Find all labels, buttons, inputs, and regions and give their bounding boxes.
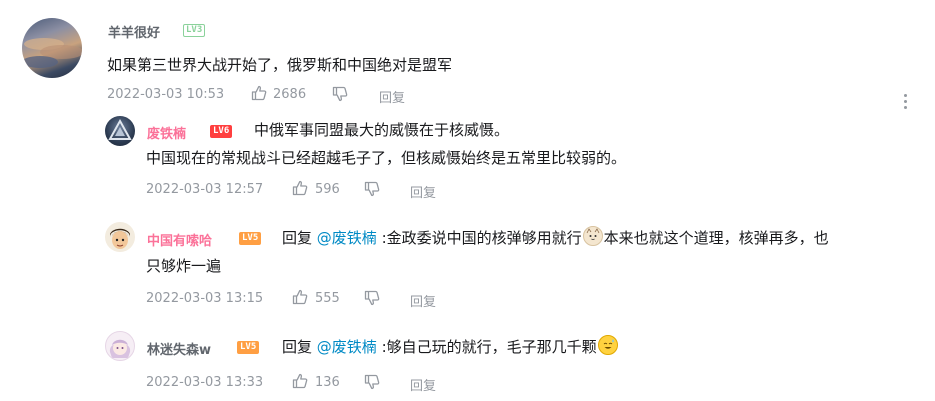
dislike-button[interactable]	[364, 290, 380, 306]
like-count: 596	[315, 182, 340, 197]
reply-prefix: 回复	[282, 229, 313, 247]
dislike-button[interactable]	[364, 374, 380, 390]
comment-time: 2022-03-03 12:57	[146, 182, 264, 197]
avatar-cartoon-face-image	[110, 228, 130, 249]
avatar[interactable]	[22, 18, 82, 78]
reply-text-continued: 本来也就这个道理，核弹再多，也	[603, 229, 829, 247]
reply-button[interactable]: 回复	[410, 291, 436, 310]
avatar[interactable]	[105, 116, 135, 146]
thumb-down-icon	[332, 86, 348, 102]
cat-face-emoji	[582, 226, 603, 246]
username[interactable]: 废铁楠	[147, 123, 186, 142]
username[interactable]: 林迷失森w	[147, 339, 211, 358]
reply-button[interactable]: 回复	[379, 87, 405, 106]
like-button[interactable]	[292, 373, 308, 389]
comment-time: 2022-03-03 13:15	[146, 291, 264, 306]
reply-text: :金政委说中国的核弹够用就行	[381, 229, 582, 247]
reply-content-line2: 中国现在的常规战斗已经超越毛子了，但核威慑始终是五常里比较弱的。	[146, 149, 627, 167]
avatar-sky-image	[22, 38, 82, 68]
dislike-button[interactable]	[332, 86, 348, 102]
thumb-up-icon	[292, 289, 308, 305]
mention-link[interactable]: @废铁楠	[317, 338, 377, 356]
reply-text: :够自己玩的就行，毛子那几千颗	[381, 338, 597, 356]
comment-content: 如果第三世界大战开始了，俄罗斯和中国绝对是盟军	[107, 56, 453, 74]
reply-button[interactable]: 回复	[410, 182, 436, 201]
thumb-up-icon	[292, 180, 308, 196]
avatar-triangle-image	[108, 118, 132, 140]
like-button[interactable]	[292, 289, 308, 305]
thumb-down-icon	[364, 181, 380, 197]
reply-button[interactable]: 回复	[410, 375, 436, 394]
reply-content-line1: 回复 @废铁楠 :够自己玩的就行，毛子那几千颗	[282, 334, 619, 360]
avatar[interactable]	[105, 222, 135, 252]
avatar-anime-girl-image	[109, 339, 131, 358]
like-button[interactable]	[251, 85, 267, 101]
username[interactable]: 中国有嗦哈	[147, 230, 212, 249]
like-count: 2686	[273, 87, 307, 102]
level-badge: LV5	[237, 341, 260, 354]
like-count: 555	[315, 291, 340, 306]
sweat-smile-emoji	[597, 335, 618, 355]
comment-time: 2022-03-03 13:33	[146, 375, 264, 390]
reply-content-line1: 回复 @废铁楠 :金政委说中国的核弹够用就行 本来也就这个道理，核弹再多，也	[282, 225, 829, 251]
reply-content-line1: 中俄军事同盟最大的威慑在于核威慑。	[254, 121, 510, 139]
more-vertical-icon[interactable]	[902, 94, 908, 110]
level-badge: LV6	[210, 125, 233, 138]
mention-link[interactable]: @废铁楠	[317, 229, 377, 247]
level-badge: LV3	[183, 24, 206, 37]
avatar[interactable]	[105, 331, 135, 361]
dislike-button[interactable]	[364, 181, 380, 197]
thumb-down-icon	[364, 374, 380, 390]
thumb-up-icon	[292, 373, 308, 389]
like-button[interactable]	[292, 180, 308, 196]
thumb-up-icon	[251, 85, 267, 101]
level-badge: LV5	[239, 232, 262, 245]
like-count: 136	[315, 375, 340, 390]
comment-time: 2022-03-03 10:53	[107, 87, 225, 102]
thumb-down-icon	[364, 290, 380, 306]
reply-prefix: 回复	[282, 338, 313, 356]
reply-content-line2: 只够炸一遍	[146, 257, 222, 275]
username[interactable]: 羊羊很好	[108, 22, 160, 41]
